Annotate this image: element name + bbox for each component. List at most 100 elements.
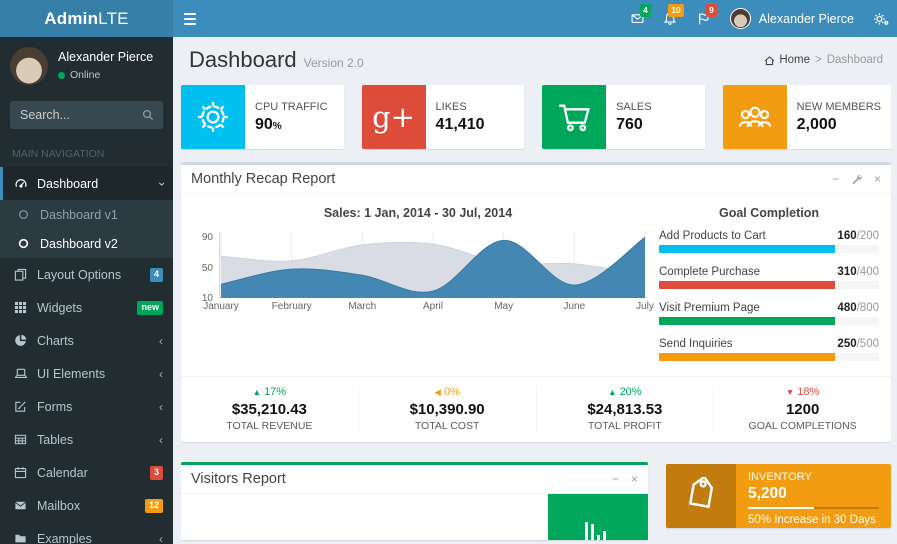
visitors-stats-pane xyxy=(548,494,648,540)
caret-left-icon: ◀ xyxy=(434,387,441,397)
sidebar-item-label: Dashboard v1 xyxy=(40,208,118,222)
notifications-menu[interactable]: 10 xyxy=(654,0,687,37)
sidebar-item-label: Charts xyxy=(37,334,74,348)
users-icon xyxy=(723,85,787,149)
sidebar-item-label: Calendar xyxy=(37,466,88,480)
tag-icon xyxy=(666,464,736,528)
close-icon[interactable]: × xyxy=(874,173,881,185)
sidebar-item-charts[interactable]: Charts ‹ xyxy=(0,324,173,357)
inventory-progress-bar xyxy=(748,507,814,509)
sidebar-toggle-button[interactable] xyxy=(173,0,207,37)
files-icon xyxy=(13,268,28,281)
messages-menu[interactable]: 4 xyxy=(621,0,654,37)
sidebar-item-mailbox[interactable]: Mailbox 12 xyxy=(0,489,173,522)
messages-badge: 4 xyxy=(640,4,651,17)
progress-group-visit-premium: Visit Premium Page480/800 xyxy=(659,302,879,325)
info-box-cpu-traffic: CPU TRAFFIC 90% xyxy=(181,85,344,149)
sidebar-item-dashboard-v1[interactable]: Dashboard v1 xyxy=(0,200,173,229)
monthly-recap-box: Monthly Recap Report − × Sales: 1 Jan, 2… xyxy=(181,162,891,442)
chevron-down-icon: ‹ xyxy=(154,182,168,186)
sidebar-user-avatar xyxy=(10,47,48,85)
close-icon[interactable]: × xyxy=(631,473,638,485)
sales-chart-y-axis: 905010 xyxy=(193,232,215,298)
google-plus-icon: g+ xyxy=(362,85,426,149)
progress-bar xyxy=(659,281,835,289)
sidebar-user-name: Alexander Pierce xyxy=(58,50,153,64)
inventory-info-box: INVENTORY 5,200 50% Increase in 30 Days xyxy=(666,464,891,528)
stat-total-revenue: ▲17% $35,210.43 TOTAL REVENUE xyxy=(181,386,359,432)
stat-label: GOAL COMPLETIONS xyxy=(714,420,891,432)
inventory-description: 50% Increase in 30 Days xyxy=(748,514,879,526)
circle-o-icon xyxy=(16,209,31,220)
info-box-value: 90% xyxy=(255,116,328,134)
sidebar-item-examples[interactable]: Examples ‹ xyxy=(0,522,173,544)
stat-goal-completions: ▼18% 1200 GOAL COMPLETIONS xyxy=(714,386,891,432)
page-subtitle: Version 2.0 xyxy=(304,56,364,70)
content-wrapper: Dashboard Version 2.0 Home > Dashboard C… xyxy=(173,37,897,544)
notifications-badge: 10 xyxy=(668,4,683,17)
stat-label: TOTAL REVENUE xyxy=(181,420,358,432)
wrench-icon[interactable] xyxy=(851,174,862,185)
envelope-icon xyxy=(13,499,28,512)
gear-icon xyxy=(181,85,245,149)
tasks-menu[interactable]: 9 xyxy=(687,0,720,37)
top-navbar: 4 10 9 Alexander Pierce xyxy=(173,0,897,37)
sidebar-item-widgets[interactable]: Widgets new xyxy=(0,291,173,324)
chevron-left-icon: ‹ xyxy=(159,400,163,414)
inventory-value: 5,200 xyxy=(748,485,879,503)
info-box-label: CPU TRAFFIC xyxy=(255,101,328,113)
search-input[interactable] xyxy=(10,101,133,129)
inventory-label: INVENTORY xyxy=(748,471,879,483)
progress-label: Add Products to Cart xyxy=(659,230,766,242)
search-icon xyxy=(142,109,154,121)
sidebar-item-dashboard[interactable]: Dashboard ‹ xyxy=(0,167,173,200)
sidebar-item-dashboard-v2[interactable]: Dashboard v2 xyxy=(0,229,173,258)
stat-label: TOTAL PROFIT xyxy=(537,420,714,432)
stat-total-cost: ◀0% $10,390.90 TOTAL COST xyxy=(359,386,537,432)
chevron-left-icon: ‹ xyxy=(159,334,163,348)
sidebar-item-layout-options[interactable]: Layout Options 4 xyxy=(0,258,173,291)
progress-group-complete-purchase: Complete Purchase310/400 xyxy=(659,266,879,289)
progress-group-add-products: Add Products to Cart 160/200 xyxy=(659,230,879,253)
sales-chart-area: Sales: 1 Jan, 2014 - 30 Jul, 2014 905010… xyxy=(193,202,659,374)
info-box-label: NEW MEMBERS xyxy=(797,101,881,113)
user-name: Alexander Pierce xyxy=(759,12,854,26)
gears-icon xyxy=(873,12,889,26)
collapse-button[interactable]: − xyxy=(612,473,619,485)
chevron-left-icon: ‹ xyxy=(159,433,163,447)
sidebar-item-forms[interactable]: Forms ‹ xyxy=(0,390,173,423)
chevron-left-icon: ‹ xyxy=(159,367,163,381)
collapse-button[interactable]: − xyxy=(832,173,839,185)
caret-up-icon: ▲ xyxy=(253,387,261,397)
brand-logo[interactable]: AdminLTE xyxy=(0,0,173,37)
progress-value: 310/400 xyxy=(837,266,879,278)
sidebar-item-calendar[interactable]: Calendar 3 xyxy=(0,456,173,489)
progress-value: 160/200 xyxy=(837,230,879,242)
sidebar-item-label: Tables xyxy=(37,433,73,447)
user-menu[interactable]: Alexander Pierce xyxy=(720,0,864,37)
th-grid-icon xyxy=(13,301,28,314)
sidebar-user-status[interactable]: Online xyxy=(58,69,153,81)
sidebar-section-label: MAIN NAVIGATION xyxy=(0,139,173,167)
breadcrumb-home-link[interactable]: Home xyxy=(764,54,810,66)
sidebar-item-tables[interactable]: Tables ‹ xyxy=(0,423,173,456)
visitors-sparkbar-chart xyxy=(585,522,606,540)
stat-total-profit: ▲20% $24,813.53 TOTAL PROFIT xyxy=(537,386,715,432)
progress-bar xyxy=(659,353,835,361)
layout-options-badge: 4 xyxy=(150,268,163,282)
info-box-value: 760 xyxy=(616,116,651,134)
tasks-badge: 9 xyxy=(706,4,717,17)
widgets-badge: new xyxy=(137,301,163,315)
sidebar-item-ui-elements[interactable]: UI Elements ‹ xyxy=(0,357,173,390)
dashboard-submenu: Dashboard v1 Dashboard v2 xyxy=(0,200,173,258)
sales-area-chart xyxy=(219,232,647,298)
sidebar-item-label: UI Elements xyxy=(37,367,105,381)
info-box-label: LIKES xyxy=(436,101,485,113)
control-sidebar-toggle[interactable] xyxy=(864,0,897,37)
circle-o-icon xyxy=(16,238,31,249)
search-button[interactable] xyxy=(133,101,163,129)
box-title: Monthly Recap Report xyxy=(191,171,335,187)
home-icon xyxy=(764,55,775,66)
breadcrumb-separator: > xyxy=(815,54,822,66)
sidebar-item-label: Mailbox xyxy=(37,499,80,513)
